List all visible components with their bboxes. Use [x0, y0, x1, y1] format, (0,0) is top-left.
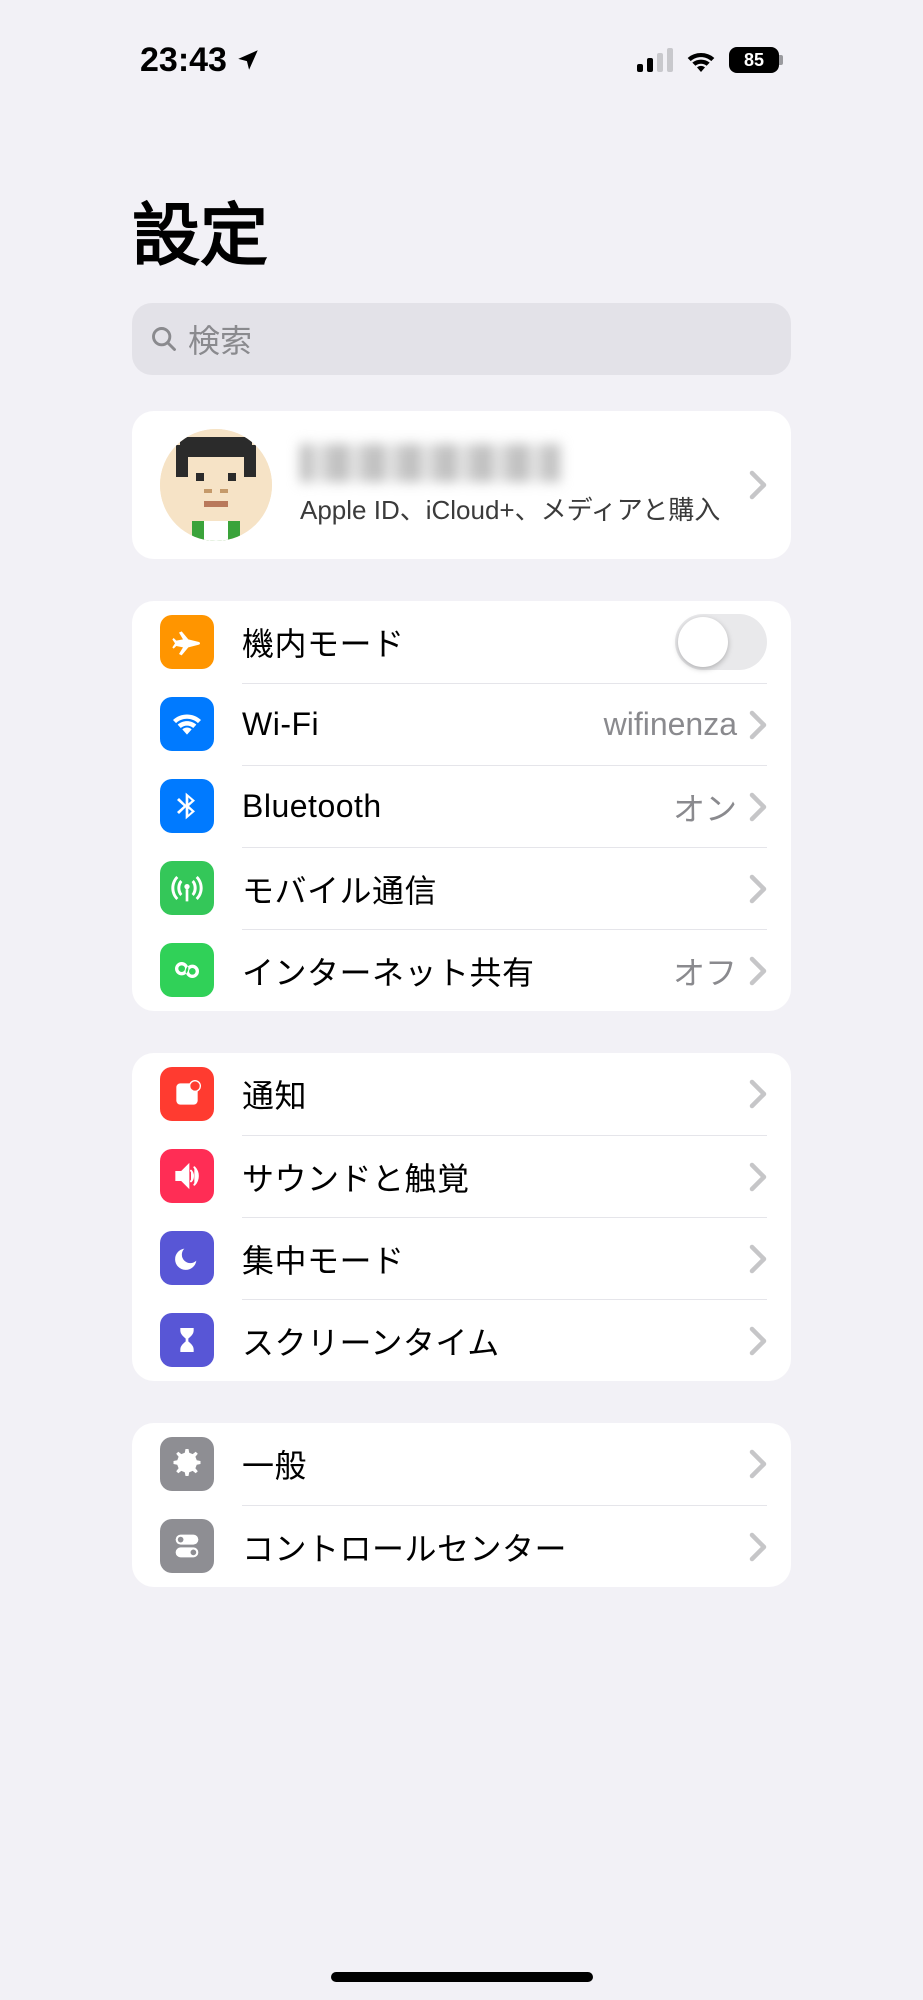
wifi-settings-icon: [160, 697, 214, 751]
airplane-icon: [160, 615, 214, 669]
hotspot-icon: [160, 943, 214, 997]
row-general[interactable]: 一般: [132, 1423, 791, 1505]
screentime-icon: [160, 1313, 214, 1367]
profile-row[interactable]: Apple ID、iCloud+、メディアと購入: [132, 411, 791, 559]
row-label: 通知: [242, 1071, 737, 1117]
chevron-right-icon: [749, 874, 767, 904]
location-icon: [235, 47, 261, 73]
avatar: [160, 429, 272, 541]
focus-icon: [160, 1231, 214, 1285]
chevron-right-icon: [749, 470, 767, 500]
row-value: オフ: [673, 948, 737, 994]
search-icon: [150, 325, 178, 353]
chevron-right-icon: [749, 956, 767, 986]
row-screentime[interactable]: スクリーンタイム: [132, 1299, 791, 1381]
status-time: 23:43: [140, 41, 227, 80]
home-indicator[interactable]: [331, 1972, 593, 1982]
row-value: wifinenza: [604, 706, 737, 743]
status-bar: 23:43 85: [100, 0, 823, 120]
bluetooth-icon: [160, 779, 214, 833]
row-label: 一般: [242, 1441, 737, 1487]
cellular-icon: [160, 861, 214, 915]
chevron-right-icon: [749, 710, 767, 740]
chevron-right-icon: [749, 792, 767, 822]
row-label: インターネット共有: [242, 948, 661, 994]
row-label: サウンドと触覚: [242, 1154, 737, 1200]
page-title: 設定: [100, 120, 823, 303]
row-cellular[interactable]: モバイル通信: [132, 847, 791, 929]
battery-percent: 85: [744, 50, 764, 71]
battery-icon: 85: [729, 47, 783, 73]
cellular-signal-icon: [637, 48, 673, 72]
row-label: モバイル通信: [242, 866, 737, 912]
row-label: 集中モード: [242, 1236, 737, 1282]
wifi-icon: [685, 48, 717, 72]
row-label: 機内モード: [242, 619, 663, 665]
row-bluetooth[interactable]: Bluetooth オン: [132, 765, 791, 847]
chevron-right-icon: [749, 1532, 767, 1562]
chevron-right-icon: [749, 1079, 767, 1109]
chevron-right-icon: [749, 1244, 767, 1274]
row-control-center[interactable]: コントロールセンター: [132, 1505, 791, 1587]
row-hotspot[interactable]: インターネット共有 オフ: [132, 929, 791, 1011]
profile-name: [300, 444, 560, 482]
row-airplane-mode[interactable]: 機内モード: [132, 601, 791, 683]
row-label: スクリーンタイム: [242, 1318, 737, 1364]
row-label: Wi-Fi: [242, 706, 592, 743]
search-input[interactable]: 検索: [132, 303, 791, 375]
sounds-icon: [160, 1149, 214, 1203]
notifications-icon: [160, 1067, 214, 1121]
chevron-right-icon: [749, 1326, 767, 1356]
row-label: コントロールセンター: [242, 1524, 737, 1570]
profile-subtitle: Apple ID、iCloud+、メディアと購入: [300, 490, 749, 527]
chevron-right-icon: [749, 1162, 767, 1192]
row-focus[interactable]: 集中モード: [132, 1217, 791, 1299]
row-sounds[interactable]: サウンドと触覚: [132, 1135, 791, 1217]
gear-icon: [160, 1437, 214, 1491]
airplane-toggle[interactable]: [675, 614, 767, 670]
row-label: Bluetooth: [242, 788, 661, 825]
row-wifi[interactable]: Wi-Fi wifinenza: [132, 683, 791, 765]
search-placeholder: 検索: [188, 316, 252, 362]
control-center-icon: [160, 1519, 214, 1573]
row-value: オン: [673, 784, 737, 830]
chevron-right-icon: [749, 1449, 767, 1479]
row-notifications[interactable]: 通知: [132, 1053, 791, 1135]
